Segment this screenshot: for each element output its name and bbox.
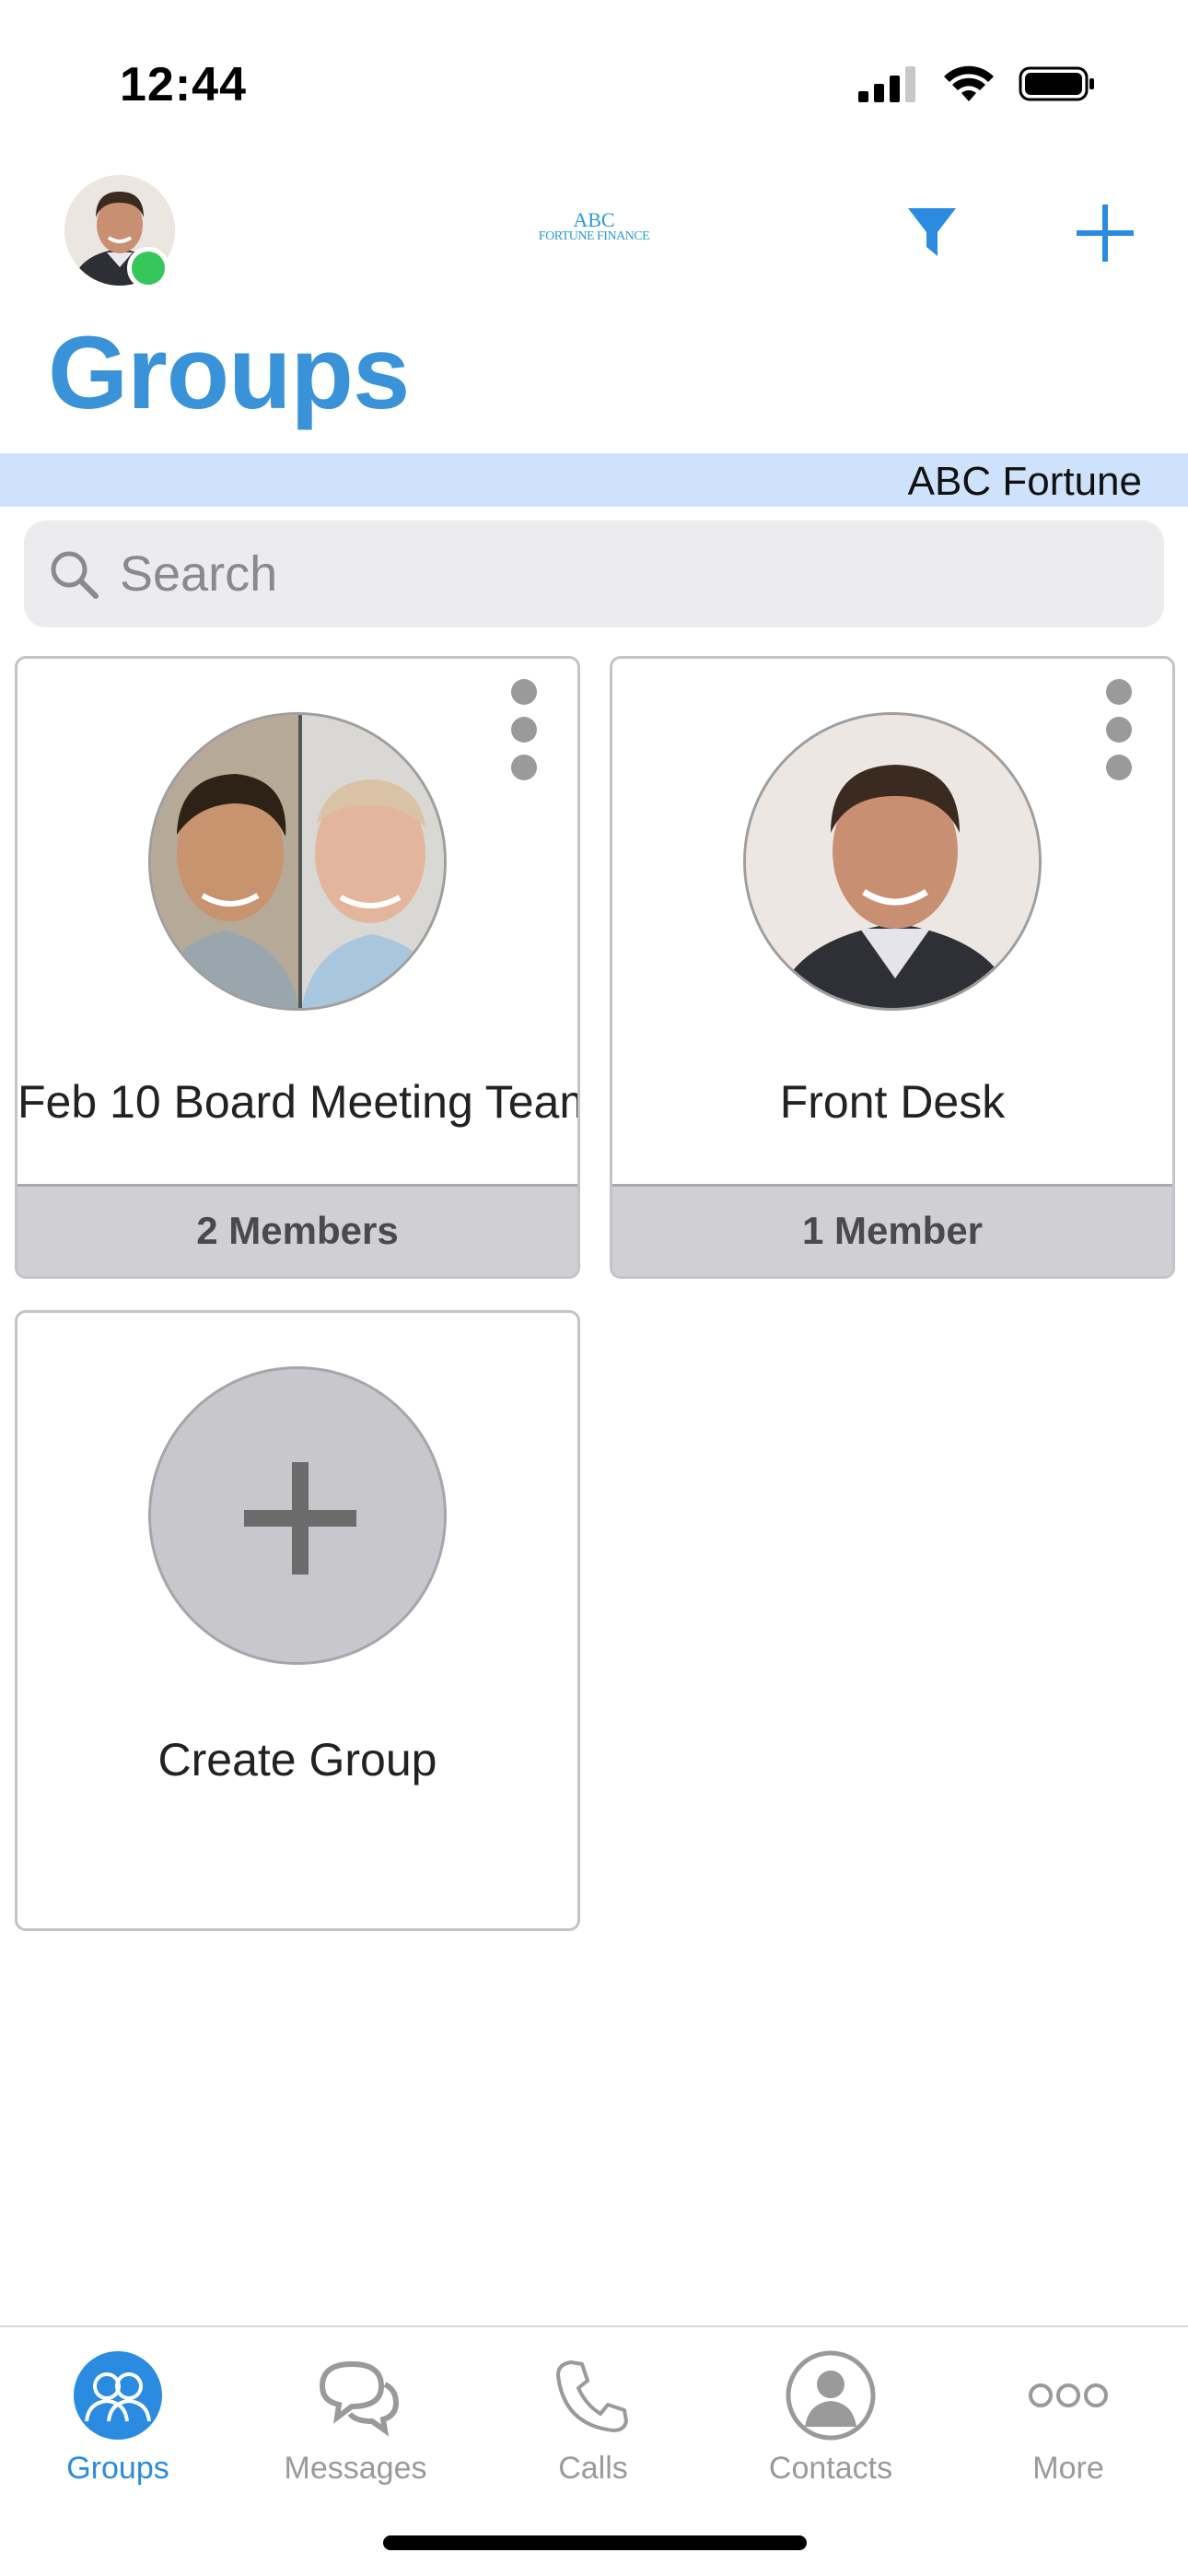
phone-icon [556,2360,628,2432]
organization-name: ABC Fortune [907,459,1142,504]
user-avatar-button[interactable] [64,175,175,289]
tab-label: More [1032,2451,1104,2486]
tab-contacts[interactable]: Contacts [729,2338,932,2495]
search-icon [51,551,99,599]
group-name: Feb 10 Board Meeting Team [17,1076,580,1128]
tab-calls[interactable]: Calls [492,2338,694,2495]
groups-icon [74,2351,162,2440]
page-title: Groups [48,315,410,430]
more-options-icon[interactable] [1101,679,1137,780]
plus-icon[interactable] [148,1366,447,1665]
status-icons [858,64,1096,103]
group-card[interactable]: Front Desk 1 Member [610,656,1175,1279]
tab-label: Contacts [768,2451,893,2486]
more-options-icon[interactable] [506,679,542,780]
tab-label: Groups [66,2451,169,2486]
group-photo [743,712,1042,1011]
search-input[interactable] [120,537,1133,611]
wifi-icon [944,65,994,101]
status-bar: 12:44 [0,0,1188,175]
tab-label: Messages [284,2451,427,2486]
online-status-dot [127,247,169,289]
cellular-signal-icon [858,66,915,102]
group-photo [148,712,447,1011]
search-bar[interactable] [24,521,1164,627]
filter-icon[interactable] [903,203,961,262]
group-card[interactable]: Feb 10 Board Meeting Team 2 Members [15,656,580,1279]
header: ABC FORTUNE FINANCE Groups [0,166,1188,461]
member-count: 2 Members [17,1184,577,1276]
company-logo: ABC FORTUNE FINANCE [516,210,672,243]
group-name: Front Desk [779,1076,1006,1128]
member-count: 1 Member [612,1184,1172,1276]
home-indicator[interactable] [383,2535,807,2550]
logo-line-2: FORTUNE FINANCE [538,229,650,243]
create-group-card[interactable]: Create Group [15,1310,580,1931]
more-icon [1029,2383,1108,2407]
status-time: 12:44 [120,58,247,111]
tab-groups[interactable]: Groups [17,2338,219,2495]
messages-icon [319,2360,400,2437]
tab-label: Calls [558,2451,628,2486]
logo-line-1: ABC [573,208,615,231]
battery-icon [1019,66,1094,101]
contact-icon [786,2350,876,2441]
tab-more[interactable]: More [967,2338,1170,2495]
organization-banner: ABC Fortune [0,453,1188,507]
create-group-label: Create Group [157,1734,437,1786]
tab-messages[interactable]: Messages [254,2338,457,2495]
add-icon[interactable] [1073,201,1137,265]
